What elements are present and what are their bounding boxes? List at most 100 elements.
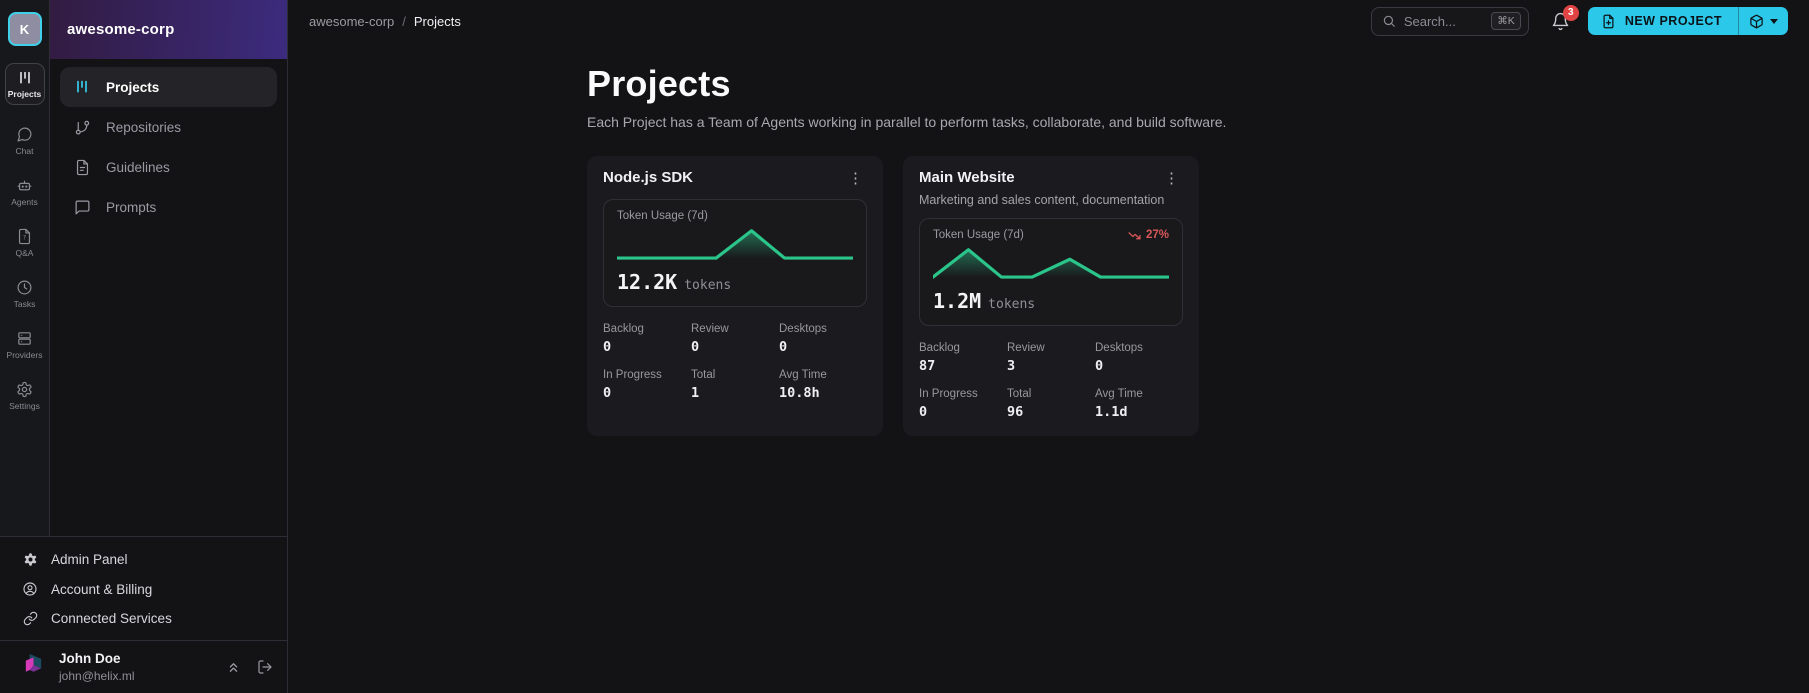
gear-icon xyxy=(16,381,33,398)
search-box: ⌘K xyxy=(1371,7,1529,36)
topbar: awesome-corp / Projects ⌘K 3 xyxy=(288,0,1809,42)
page-title: Projects xyxy=(587,63,1809,105)
card-description: Marketing and sales content, documentati… xyxy=(919,193,1183,207)
new-project-label: NEW PROJECT xyxy=(1625,14,1722,28)
stat-avg-time: Avg Time10.8h xyxy=(779,369,867,401)
usage-unit: tokens xyxy=(684,278,731,293)
stat-total: Total96 xyxy=(1007,388,1095,420)
chat-icon xyxy=(16,126,33,143)
gear-filled-icon xyxy=(22,552,38,567)
git-branch-icon xyxy=(73,119,91,136)
question-file-icon: ? xyxy=(16,228,33,245)
file-plus-icon xyxy=(1601,14,1616,29)
package-icon xyxy=(1749,14,1764,29)
project-type-dropdown[interactable] xyxy=(1738,7,1788,35)
logout-icon[interactable] xyxy=(257,659,273,675)
notification-badge: 3 xyxy=(1563,5,1579,21)
rail-item-label: Settings xyxy=(9,401,40,411)
kebab-menu-icon[interactable]: ⋮ xyxy=(844,169,867,188)
rail-item-label: Providers xyxy=(7,350,43,360)
stat-desktops: Desktops0 xyxy=(779,323,867,355)
trending-down-icon xyxy=(1128,230,1141,241)
token-usage-panel: Token Usage (7d) 27% 1.2M tokens xyxy=(919,218,1183,326)
org-name: awesome-corp xyxy=(67,21,174,38)
app-root: K Projects Chat A xyxy=(0,0,1809,693)
rail-item-tasks[interactable]: Tasks xyxy=(14,279,36,309)
breadcrumb-separator: / xyxy=(402,14,406,29)
footer-item-label: Connected Services xyxy=(51,611,172,626)
usage-label: Token Usage (7d) xyxy=(617,210,853,222)
projects-icon xyxy=(17,70,33,86)
sidebar-item-label: Guidelines xyxy=(106,160,170,175)
token-usage-panel: Token Usage (7d) 12.2K tokens xyxy=(603,199,867,307)
stat-avg-time: Avg Time1.1d xyxy=(1095,388,1183,420)
card-title: Node.js SDK xyxy=(603,169,844,186)
user-row: John Doe john@helix.ml xyxy=(0,640,287,693)
stats-grid: Backlog87 Review3 Desktops0 In Progress0… xyxy=(919,342,1183,420)
user-name: John Doe xyxy=(59,651,212,666)
rail-item-settings[interactable]: Settings xyxy=(9,381,40,411)
robot-icon xyxy=(16,177,33,194)
stat-backlog: Backlog0 xyxy=(603,323,691,355)
page-content: Projects Each Project has a Team of Agen… xyxy=(288,42,1809,693)
rail-item-label: Chat xyxy=(16,146,34,156)
left-panel-main: K Projects Chat A xyxy=(0,0,287,536)
sidebar-footer: Admin Panel Account & Billing Connected … xyxy=(0,536,287,693)
rail-item-label: Projects xyxy=(8,89,42,99)
footer-item-admin-panel[interactable]: Admin Panel xyxy=(0,545,287,574)
rail-item-qa[interactable]: ? Q&A xyxy=(16,228,34,258)
token-usage-sparkline xyxy=(933,245,1169,283)
collapse-chevrons-up-icon[interactable] xyxy=(226,660,241,675)
new-project-button[interactable]: NEW PROJECT xyxy=(1588,7,1738,35)
rail-item-chat[interactable]: Chat xyxy=(16,126,34,156)
sidebar-item-label: Repositories xyxy=(106,120,181,135)
document-icon xyxy=(73,159,91,176)
helix-logo xyxy=(22,652,45,682)
rail-item-providers[interactable]: Providers xyxy=(7,330,43,360)
breadcrumb: awesome-corp / Projects xyxy=(309,14,461,29)
svg-text:?: ? xyxy=(23,234,26,241)
project-card-nodejs-sdk[interactable]: Node.js SDK ⋮ Token Usage (7d) 12.2K tok… xyxy=(587,156,883,436)
icon-rail: K Projects Chat A xyxy=(0,0,50,536)
kebab-menu-icon[interactable]: ⋮ xyxy=(1160,169,1183,188)
search-icon xyxy=(1382,14,1396,28)
footer-item-connected-services[interactable]: Connected Services xyxy=(0,604,287,633)
notifications-button[interactable]: 3 xyxy=(1551,12,1570,31)
project-card-main-website[interactable]: Main Website ⋮ Marketing and sales conte… xyxy=(903,156,1199,436)
sidebar: awesome-corp Projects Repositories xyxy=(50,0,287,536)
clock-icon xyxy=(16,279,33,296)
user-actions xyxy=(226,659,273,675)
account-icon xyxy=(22,581,38,597)
link-icon xyxy=(22,611,38,626)
sidebar-item-repositories[interactable]: Repositories xyxy=(60,107,277,147)
stats-grid: Backlog0 Review0 Desktops0 In Progress0 … xyxy=(603,323,867,401)
chevron-down-icon xyxy=(1770,19,1778,24)
trend-value: 27% xyxy=(1146,229,1169,241)
stat-total: Total1 xyxy=(691,369,779,401)
projects-icon xyxy=(73,79,91,95)
footer-item-label: Account & Billing xyxy=(51,582,152,597)
sidebar-item-projects[interactable]: Projects xyxy=(60,67,277,107)
usage-label: Token Usage (7d) xyxy=(933,229,1128,241)
org-avatar[interactable]: K xyxy=(8,12,42,46)
rail-item-agents[interactable]: Agents xyxy=(11,177,37,207)
new-project-button-group: NEW PROJECT xyxy=(1588,7,1788,35)
breadcrumb-current: Projects xyxy=(414,14,461,29)
rail-item-label: Agents xyxy=(11,197,37,207)
rail-item-projects[interactable]: Projects xyxy=(5,63,45,105)
stat-review: Review0 xyxy=(691,323,779,355)
org-header: awesome-corp xyxy=(50,0,287,59)
sidebar-item-prompts[interactable]: Prompts xyxy=(60,187,277,227)
page-subtitle: Each Project has a Team of Agents workin… xyxy=(587,114,1809,130)
usage-value: 12.2K xyxy=(617,270,677,294)
stat-review: Review3 xyxy=(1007,342,1095,374)
sidebar-item-guidelines[interactable]: Guidelines xyxy=(60,147,277,187)
search-input[interactable] xyxy=(1404,14,1483,29)
stat-desktops: Desktops0 xyxy=(1095,342,1183,374)
stat-in-progress: In Progress0 xyxy=(603,369,691,401)
footer-item-account-billing[interactable]: Account & Billing xyxy=(0,574,287,604)
speech-bubble-icon xyxy=(73,199,91,216)
stat-in-progress: In Progress0 xyxy=(919,388,1007,420)
stat-backlog: Backlog87 xyxy=(919,342,1007,374)
breadcrumb-org[interactable]: awesome-corp xyxy=(309,14,394,29)
